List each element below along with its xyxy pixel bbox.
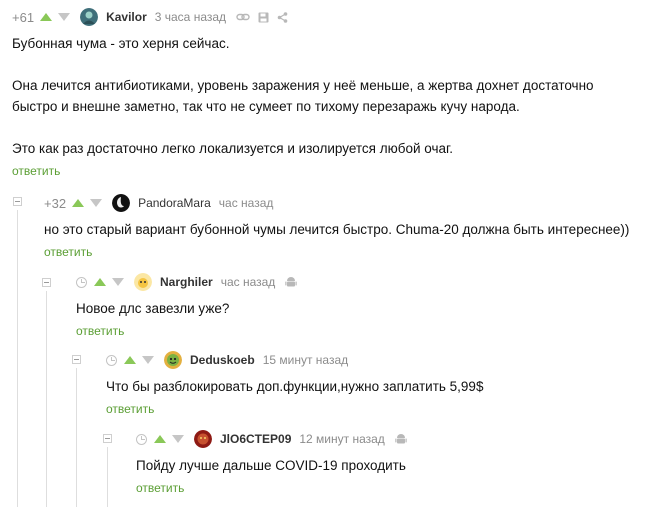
comment-time[interactable]: час назад (221, 275, 276, 289)
reply-link[interactable]: ответить (136, 481, 184, 495)
upvote-icon[interactable] (124, 356, 136, 364)
upvote-icon[interactable] (40, 13, 53, 21)
comment-jlo6ctep09: JlO6CTEP09 12 минут назад Пойду лучше да… (136, 429, 650, 497)
reply-link[interactable]: ответить (12, 164, 60, 178)
avatar[interactable] (112, 194, 131, 212)
clock-icon (136, 433, 147, 445)
comment-author[interactable]: Deduskoeb (190, 353, 255, 367)
collapse-thread-button[interactable] (13, 197, 22, 206)
comment-pandoramara: +32 PandoraMara час назад но это старый … (44, 193, 650, 261)
upvote-icon[interactable] (94, 278, 106, 286)
upvote-icon[interactable] (154, 435, 166, 443)
comment-header: JlO6CTEP09 12 минут назад (136, 429, 650, 449)
comment-author[interactable]: PandoraMara (138, 196, 211, 210)
thread-line (76, 368, 77, 507)
comment-rating: +61 (12, 9, 35, 25)
comment-header: Deduskoeb 15 минут назад (106, 350, 650, 370)
downvote-icon[interactable] (172, 435, 184, 443)
reply-link[interactable]: ответить (44, 245, 92, 259)
collapse-thread-button[interactable] (103, 434, 112, 443)
collapse-thread-button[interactable] (42, 278, 51, 287)
comment-header: Narghiler час назад (76, 272, 650, 292)
downvote-icon[interactable] (112, 278, 124, 286)
save-icon[interactable] (258, 12, 269, 23)
comment-text: но это старый вариант бубонной чумы лечи… (44, 222, 630, 237)
clock-icon (76, 276, 87, 288)
comment-narghiler: Narghiler час назад Новое длс завезли уж… (76, 272, 650, 340)
reply-link[interactable]: ответить (76, 324, 124, 338)
comment-text: Бубонная чума - это херня сейчас. (12, 36, 230, 51)
comment-time[interactable]: 12 минут назад (299, 432, 384, 446)
avatar[interactable] (194, 430, 212, 448)
comment-time[interactable]: 3 часа назад (155, 10, 226, 24)
comment-body: Бубонная чума - это херня сейчас. Она ле… (12, 33, 650, 180)
thread-line (107, 447, 108, 507)
comment-time[interactable]: 15 минут назад (263, 353, 348, 367)
reply-link[interactable]: ответить (106, 402, 154, 416)
clock-icon (106, 354, 117, 366)
share-icon[interactable] (277, 11, 288, 23)
android-icon (285, 277, 297, 287)
comment-header: +32 PandoraMara час назад (44, 193, 650, 213)
comment-rating: +32 (44, 195, 67, 211)
comment-kavilor: +61 Kavilor 3 часа назад Бубонная чума -… (12, 7, 650, 180)
link-icon[interactable] (236, 12, 250, 22)
avatar[interactable] (164, 351, 182, 369)
comment-deduskoeb: Deduskoeb 15 минут назад Что бы разблоки… (106, 350, 650, 418)
comment-author[interactable]: Narghiler (160, 275, 213, 289)
upvote-icon[interactable] (72, 199, 85, 207)
comment-text: Что бы разблокировать доп.функции,нужно … (106, 379, 484, 394)
comment-header: +61 Kavilor 3 часа назад (12, 7, 650, 27)
comment-text: Она лечится антибиотиками, уровень зараж… (12, 78, 594, 114)
thread-line (17, 210, 18, 507)
avatar[interactable] (80, 8, 99, 26)
android-icon (395, 434, 407, 444)
downvote-icon[interactable] (90, 199, 103, 207)
comment-text: Новое длс завезли уже? (76, 301, 230, 316)
comments-page: +61 Kavilor 3 часа назад Бубонная чума -… (0, 0, 650, 507)
collapse-thread-button[interactable] (72, 355, 81, 364)
downvote-icon[interactable] (58, 13, 71, 21)
avatar[interactable] (134, 273, 152, 291)
thread-line (46, 291, 47, 507)
comment-author[interactable]: JlO6CTEP09 (220, 432, 291, 446)
downvote-icon[interactable] (142, 356, 154, 364)
comment-text: Это как раз достаточно легко локализуетс… (12, 141, 454, 156)
comment-time[interactable]: час назад (219, 196, 274, 210)
comment-author[interactable]: Kavilor (106, 10, 147, 24)
comment-text: Пойду лучше дальше COVID-19 проходить (136, 458, 406, 473)
